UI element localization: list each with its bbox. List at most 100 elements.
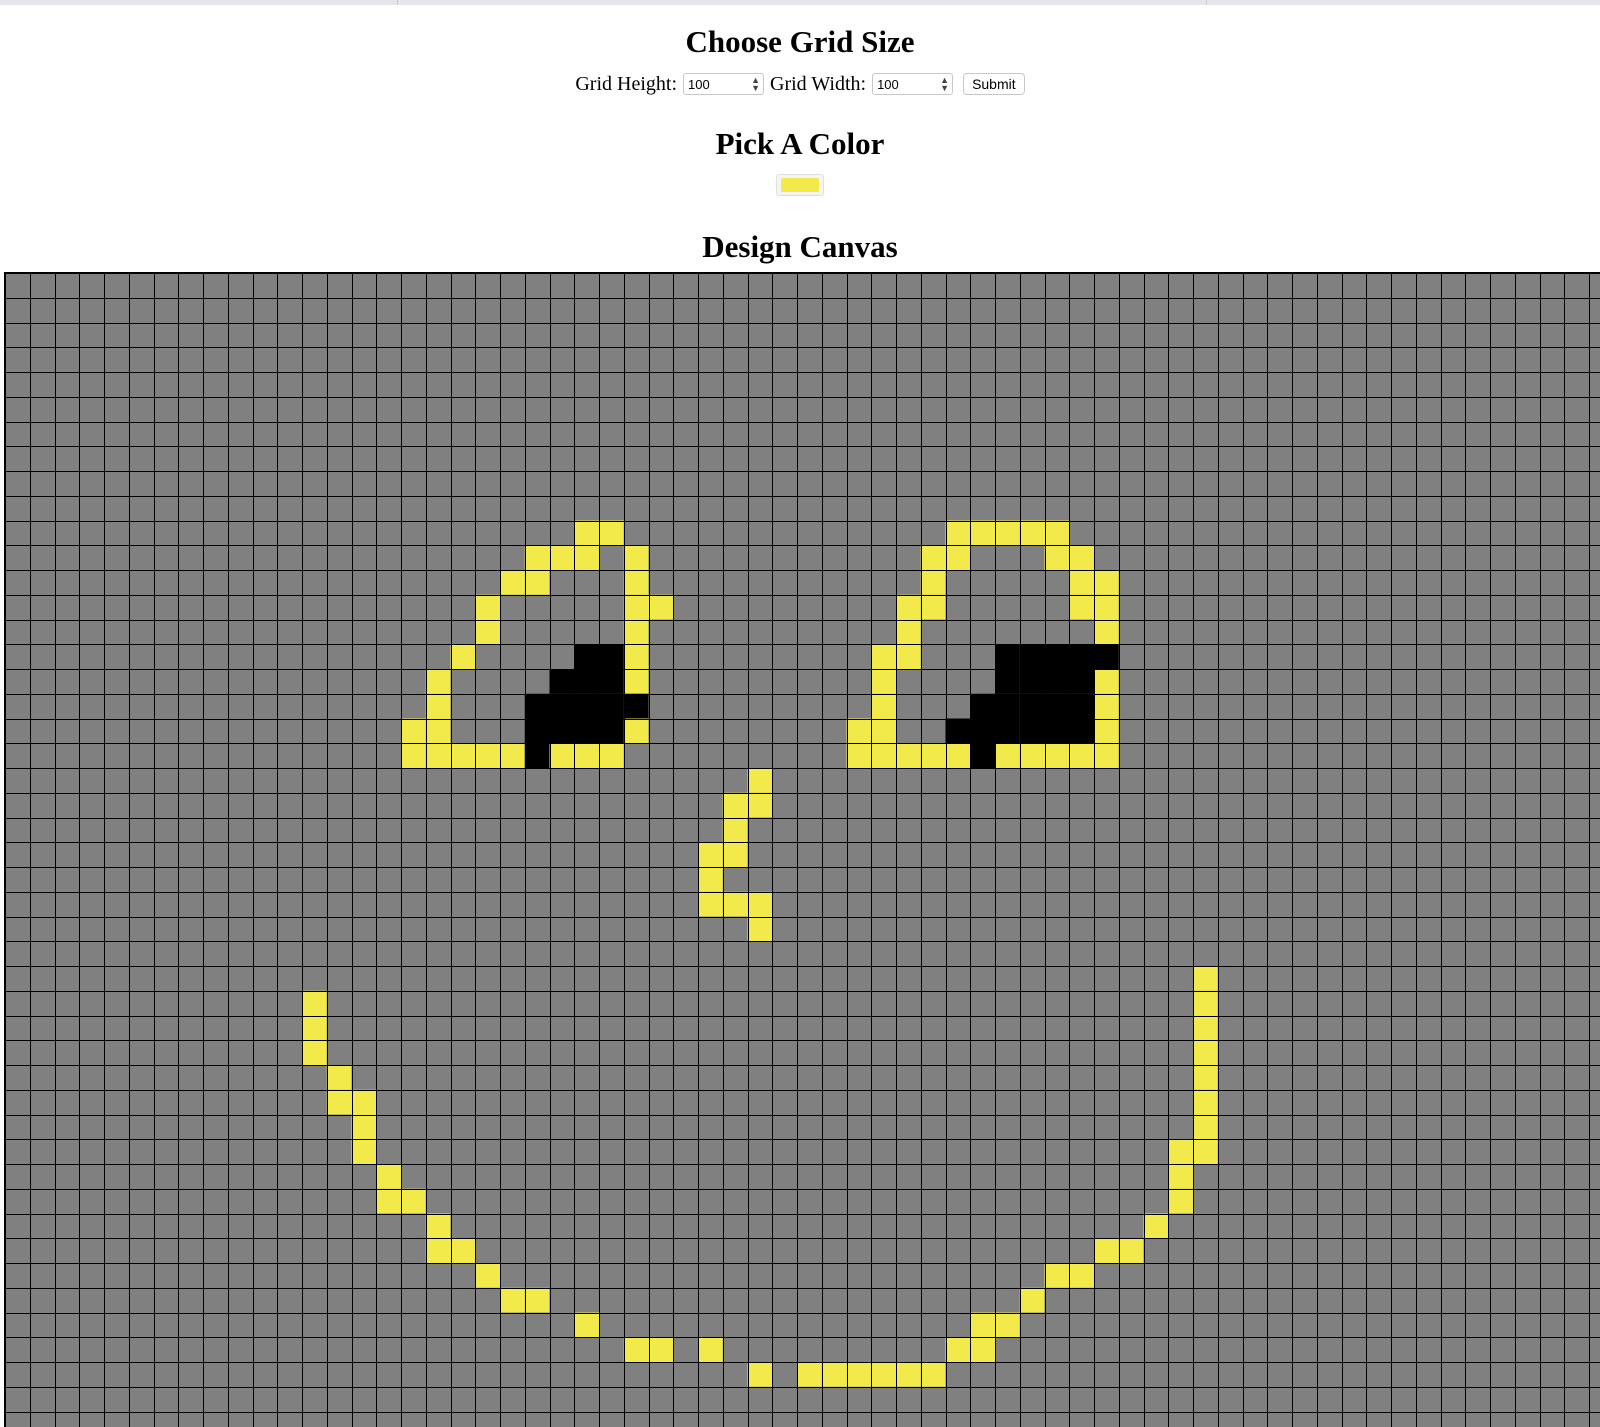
painted-cell[interactable] (1168, 1188, 1193, 1214)
painted-cell[interactable] (1193, 1139, 1218, 1164)
painted-cell[interactable] (995, 718, 1020, 744)
painted-cell[interactable] (351, 1139, 377, 1164)
painted-cell[interactable] (401, 718, 426, 744)
painted-cell[interactable] (326, 1089, 352, 1115)
painted-cell[interactable] (574, 1312, 599, 1338)
painted-cell[interactable] (1193, 1015, 1218, 1041)
painted-cell[interactable] (1019, 644, 1045, 669)
painted-cell[interactable] (500, 570, 525, 595)
painted-cell[interactable] (302, 990, 327, 1016)
painted-cell[interactable] (475, 1263, 500, 1288)
painted-cell[interactable] (821, 1362, 847, 1387)
painted-cell[interactable] (1019, 718, 1045, 744)
painted-cell[interactable] (524, 1287, 550, 1313)
painted-cell[interactable] (450, 1238, 476, 1263)
painted-cell[interactable] (623, 570, 649, 595)
color-picker[interactable] (776, 174, 824, 196)
painted-cell[interactable] (1094, 594, 1119, 620)
painted-cell[interactable] (970, 520, 995, 546)
grid-height-input[interactable]: ▲▼ (683, 73, 765, 95)
painted-cell[interactable] (995, 693, 1020, 719)
color-swatch[interactable] (781, 178, 819, 192)
painted-cell[interactable] (549, 669, 575, 694)
painted-cell[interactable] (425, 1238, 451, 1263)
painted-cell[interactable] (970, 743, 995, 768)
painted-cell[interactable] (995, 644, 1020, 669)
painted-cell[interactable] (623, 693, 649, 719)
painted-cell[interactable] (1069, 743, 1094, 768)
painted-cell[interactable] (945, 718, 971, 744)
painted-cell[interactable] (970, 693, 995, 719)
painted-cell[interactable] (871, 743, 896, 768)
painted-cell[interactable] (1069, 669, 1094, 694)
painted-cell[interactable] (574, 718, 599, 744)
painted-cell[interactable] (425, 1213, 451, 1239)
painted-cell[interactable] (871, 644, 896, 669)
grid-width-input[interactable]: ▲▼ (872, 73, 954, 95)
painted-cell[interactable] (648, 1337, 674, 1362)
painted-cell[interactable] (1118, 1238, 1144, 1263)
painted-cell[interactable] (1044, 693, 1070, 719)
painted-cell[interactable] (623, 619, 649, 645)
painted-cell[interactable] (747, 792, 773, 818)
painted-cell[interactable] (970, 1337, 995, 1362)
painted-cell[interactable] (623, 669, 649, 694)
painted-cell[interactable] (1094, 619, 1119, 645)
grid-width-value[interactable] (877, 76, 936, 92)
painted-cell[interactable] (1069, 545, 1094, 570)
painted-cell[interactable] (599, 644, 624, 669)
painted-cell[interactable] (326, 1065, 352, 1090)
painted-cell[interactable] (747, 1362, 773, 1387)
painted-cell[interactable] (846, 718, 872, 744)
painted-cell[interactable] (500, 743, 525, 768)
painted-cell[interactable] (401, 743, 426, 768)
painted-cell[interactable] (1094, 693, 1119, 719)
painted-cell[interactable] (599, 718, 624, 744)
painted-cell[interactable] (549, 743, 575, 768)
painted-cell[interactable] (574, 743, 599, 768)
painted-cell[interactable] (549, 718, 575, 744)
painted-cell[interactable] (698, 1337, 723, 1362)
pixel-grid[interactable] (5, 273, 1600, 1427)
painted-cell[interactable] (896, 619, 921, 645)
painted-cell[interactable] (1094, 644, 1119, 669)
painted-cell[interactable] (1094, 743, 1119, 768)
painted-cell[interactable] (1069, 594, 1094, 620)
painted-cell[interactable] (1044, 669, 1070, 694)
painted-cell[interactable] (1094, 570, 1119, 595)
painted-cell[interactable] (623, 718, 649, 744)
painted-cell[interactable] (1069, 644, 1094, 669)
painted-cell[interactable] (1044, 1263, 1070, 1288)
painted-cell[interactable] (623, 1337, 649, 1362)
painted-cell[interactable] (599, 520, 624, 546)
painted-cell[interactable] (623, 545, 649, 570)
painted-cell[interactable] (450, 644, 476, 669)
painted-cell[interactable] (401, 1188, 426, 1214)
painted-cell[interactable] (871, 693, 896, 719)
painted-cell[interactable] (425, 743, 451, 768)
painted-cell[interactable] (1094, 669, 1119, 694)
design-canvas[interactable] (4, 272, 1600, 1427)
painted-cell[interactable] (1019, 520, 1045, 546)
painted-cell[interactable] (995, 669, 1020, 694)
painted-cell[interactable] (1044, 644, 1070, 669)
painted-cell[interactable] (698, 867, 723, 892)
painted-cell[interactable] (1193, 1065, 1218, 1090)
painted-cell[interactable] (1168, 1139, 1193, 1164)
painted-cell[interactable] (896, 1362, 921, 1387)
painted-cell[interactable] (599, 669, 624, 694)
painted-cell[interactable] (970, 1312, 995, 1338)
painted-cell[interactable] (920, 594, 946, 620)
painted-cell[interactable] (648, 594, 674, 620)
painted-cell[interactable] (1019, 693, 1045, 719)
painted-cell[interactable] (302, 1040, 327, 1065)
painted-cell[interactable] (475, 743, 500, 768)
painted-cell[interactable] (945, 1337, 971, 1362)
grid-height-value[interactable] (688, 76, 747, 92)
painted-cell[interactable] (524, 718, 550, 744)
painted-cell[interactable] (747, 891, 773, 917)
painted-cell[interactable] (945, 743, 971, 768)
painted-cell[interactable] (722, 817, 748, 843)
painted-cell[interactable] (846, 1362, 872, 1387)
submit-button[interactable]: Submit (963, 73, 1025, 95)
